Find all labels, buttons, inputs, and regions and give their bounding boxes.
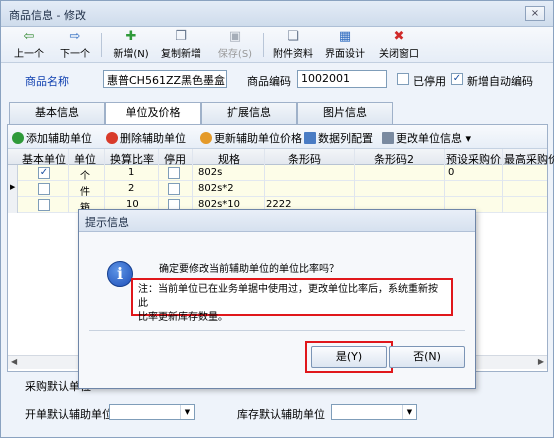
main-toolbar: ⇦ 上一个 ⇨ 下一个 ✚ 新增(N) ❐ 复制新增 ▣ 保存(S) ❏ 附件资… <box>1 27 553 63</box>
copy-new-button[interactable]: ❐ 复制新增 <box>157 29 205 61</box>
change-unit-dropdown[interactable]: 更改单位信息 ▾ <box>382 130 471 146</box>
no-button[interactable]: 否(N) <box>389 346 465 368</box>
disabled-label: 已停用 <box>413 75 446 88</box>
add-icon <box>12 132 24 144</box>
prev-button[interactable]: ⇦ 上一个 <box>11 29 47 61</box>
dialog-question: 确定要修改当前辅助单位的单位比率吗？ <box>159 264 339 275</box>
column-divider <box>68 149 69 213</box>
title-bar: 商品信息 - 修改 × <box>1 1 553 27</box>
close-window-button[interactable]: ✖ 关闭窗口 <box>375 29 423 61</box>
add-icon: ✚ <box>125 29 137 44</box>
unit-toolbar: 添加辅助单位 删除辅助单位 更新辅助单位价格 数据列配置 更改单位信息 ▾ <box>8 125 547 149</box>
info-icon: i <box>107 261 133 287</box>
dialog-note: 注：当前单位已在业务单据中使用过，更改单位比率后，系统重新按此 比率更新库存数量… <box>131 278 453 323</box>
delete-aux-unit-button[interactable]: 删除辅助单位 <box>106 130 186 146</box>
column-divider <box>264 149 265 213</box>
attachment-icon: ❏ <box>287 29 299 44</box>
column-divider <box>104 149 105 213</box>
product-header-form: 商品名称 惠普CH561ZZ黑色墨盒 商品编码 1002001 已停用 ✓ 新增… <box>1 69 553 91</box>
billing-default-select[interactable]: ▼ <box>109 404 195 420</box>
delete-icon <box>106 132 118 144</box>
stock-default-label: 库存默认辅助单位 <box>237 408 325 421</box>
toolbar-divider <box>263 33 264 57</box>
column-divider <box>192 149 193 213</box>
layout-design-button[interactable]: ▦ 界面设计 <box>321 29 369 61</box>
auto-code-checkbox[interactable]: ✓ <box>451 73 463 85</box>
arrow-right-icon: ⇨ <box>69 29 81 44</box>
column-divider <box>354 149 355 213</box>
chevron-down-icon: ▼ <box>402 405 416 419</box>
note-line-2: 比率更新库存数量。 <box>138 312 228 323</box>
scroll-right-icon[interactable]: ▶ <box>538 357 544 366</box>
column-config-button[interactable]: 数据列配置 <box>304 130 373 146</box>
tab-extended-info[interactable]: 扩展信息 <box>201 102 297 124</box>
dialog-title-bar: 提示信息 <box>79 210 475 232</box>
window-title: 商品信息 - 修改 <box>9 9 86 22</box>
base-unit-checkbox[interactable]: ✓ <box>38 167 50 179</box>
tab-image-info[interactable]: 图片信息 <box>297 102 393 124</box>
disabled-checkbox[interactable] <box>397 73 409 85</box>
chevron-down-icon: ▼ <box>180 405 194 419</box>
save-icon: ▣ <box>228 29 242 44</box>
copy-icon: ❐ <box>175 29 187 44</box>
layout-icon: ▦ <box>338 29 352 44</box>
disabled-checkbox[interactable] <box>168 183 180 195</box>
dialog-divider <box>89 330 465 331</box>
column-divider <box>158 149 159 213</box>
yes-button[interactable]: 是(Y) <box>311 346 387 368</box>
arrow-left-icon: ⇦ <box>23 29 35 44</box>
scroll-left-icon[interactable]: ◀ <box>11 357 17 366</box>
current-row-icon: ▶ <box>10 183 16 191</box>
columns-icon <box>304 132 316 144</box>
close-icon[interactable]: × <box>525 6 545 21</box>
save-button[interactable]: ▣ 保存(S) <box>213 29 257 61</box>
add-aux-unit-button[interactable]: 添加辅助单位 <box>12 130 92 146</box>
toolbar-divider <box>101 33 102 57</box>
new-button[interactable]: ✚ 新增(N) <box>109 29 153 61</box>
grid-header: 基本单位 单位 换算比率 停用 规格 条形码 条形码2 预设采购价 最高采购价 <box>8 149 554 166</box>
update-aux-price-button[interactable]: 更新辅助单位价格 <box>200 130 302 146</box>
base-unit-checkbox[interactable] <box>38 199 50 211</box>
attachment-button[interactable]: ❏ 附件资料 <box>269 29 317 61</box>
close-window-icon: ✖ <box>393 29 405 44</box>
table-row[interactable]: ✓ 个 1 802s 0 <box>8 165 547 182</box>
disabled-checkbox[interactable] <box>168 167 180 179</box>
base-unit-checkbox[interactable] <box>38 183 50 195</box>
tab-unit-price[interactable]: 单位及价格 <box>105 102 201 125</box>
column-divider <box>444 149 445 213</box>
billing-default-label: 开单默认辅助单位 <box>25 408 113 421</box>
stock-default-select[interactable]: ▼ <box>331 404 417 420</box>
row-selector[interactable]: ▶ <box>8 181 18 197</box>
product-code-label: 商品编码 <box>247 75 291 88</box>
dialog-title: 提示信息 <box>85 216 129 229</box>
edit-unit-icon <box>382 132 394 144</box>
note-line-1: 注：当前单位已在业务单据中使用过，更改单位比率后，系统重新按此 <box>138 284 438 309</box>
row-selector[interactable] <box>8 165 18 181</box>
product-code-input[interactable]: 1002001 <box>297 70 387 88</box>
row-selector[interactable] <box>8 197 18 213</box>
tab-basic-info[interactable]: 基本信息 <box>9 102 105 124</box>
product-name-label: 商品名称 <box>25 75 69 88</box>
confirm-dialog: 提示信息 i 确定要修改当前辅助单位的单位比率吗？ 注：当前单位已在业务单据中使… <box>78 209 476 389</box>
auto-code-label: 新增自动编码 <box>467 75 533 88</box>
next-button[interactable]: ⇨ 下一个 <box>57 29 93 61</box>
product-name-input[interactable]: 惠普CH561ZZ黑色墨盒 <box>103 70 227 88</box>
refresh-price-icon <box>200 132 212 144</box>
column-divider <box>502 149 503 213</box>
table-row[interactable]: ▶ 件 2 802s*2 <box>8 181 547 198</box>
